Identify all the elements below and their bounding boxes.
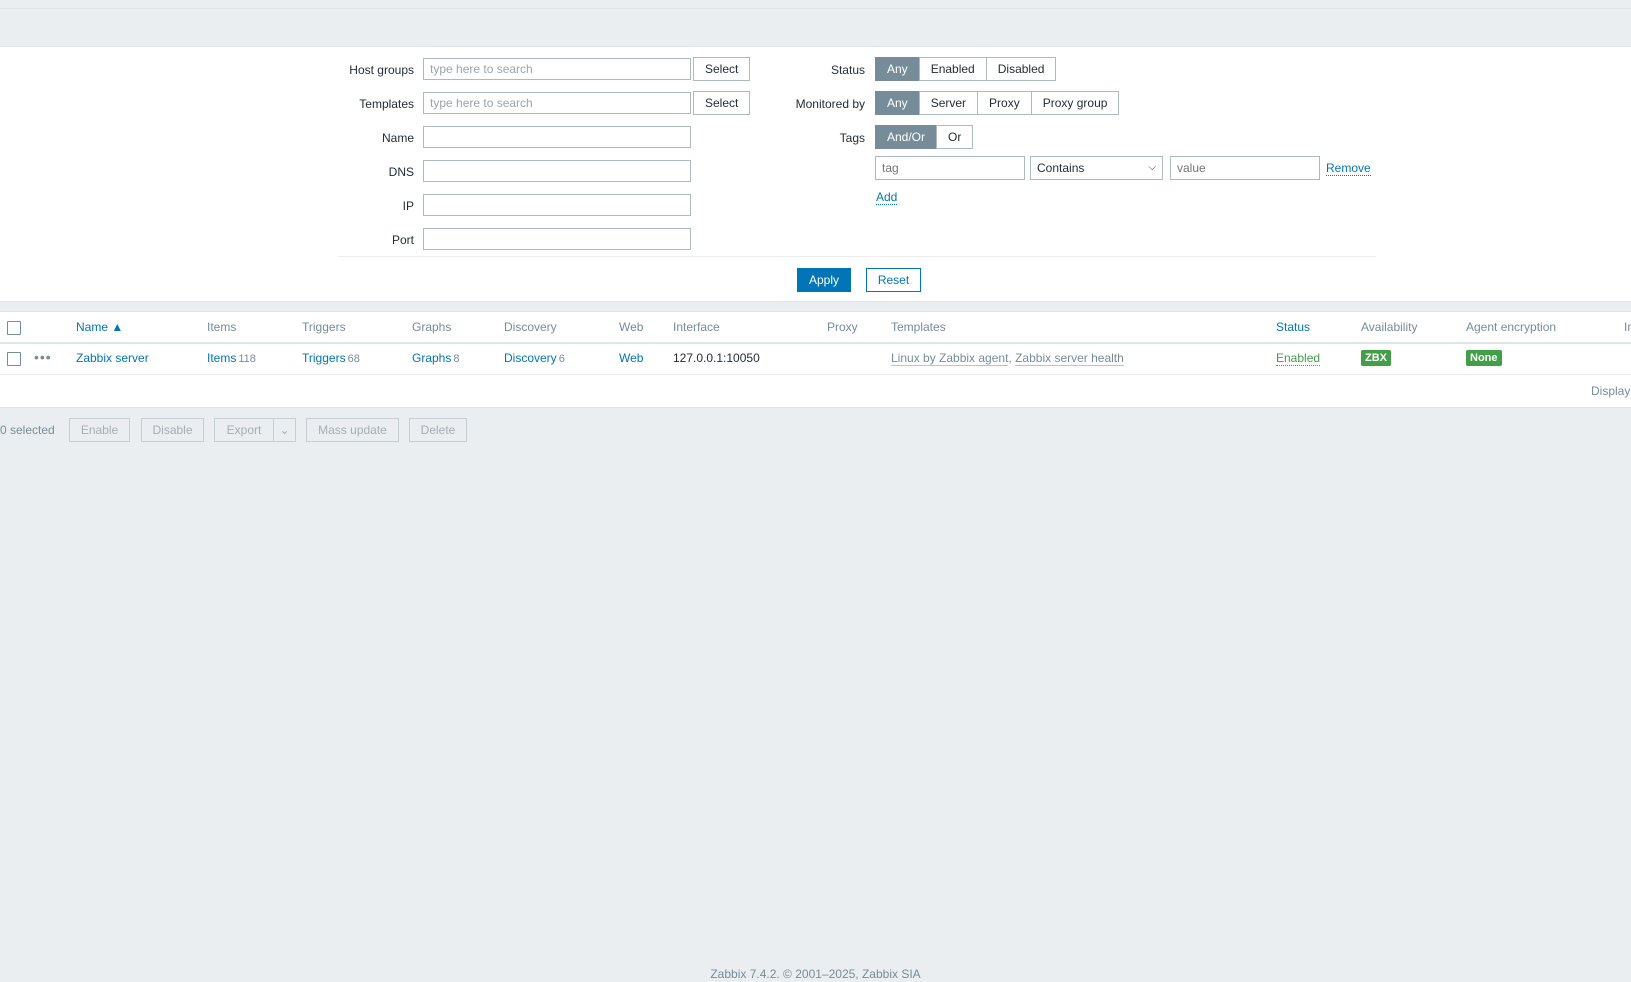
items-count: 118 [238,353,256,365]
graphs-cell: Graphs 8 [412,351,459,365]
tag-operator-value: Contains [1037,161,1085,175]
templates-input[interactable] [423,92,691,114]
row-checkbox[interactable] [7,352,21,366]
ip-label: IP [402,199,414,213]
port-input[interactable] [423,228,691,250]
tag-add-link[interactable]: Add [876,190,898,205]
templates-cell: Linux by Zabbix agent, Zabbix server hea… [891,351,1124,366]
availability-badge: ZBX [1361,350,1391,366]
tag-operator-select[interactable]: Contains ⌵ [1030,156,1163,180]
ip-input[interactable] [423,194,691,216]
column-header-interface: Interface [673,320,720,334]
footer-copyright: Zabbix 7.4.2. © 2001–2025, Zabbix SIA [710,967,921,981]
host-groups-input[interactable] [423,58,691,80]
port-label: Port [391,233,414,247]
more-actions-icon[interactable]: ••• [34,350,52,364]
status-disabled-option[interactable]: Disabled [985,57,1057,81]
column-header-items: Items [207,320,237,334]
column-header-web: Web [619,320,644,334]
monitored-by-segmented-control: Any Server Proxy Proxy group [875,91,1120,115]
triggers-count: 68 [347,353,360,365]
templates-label: Templates [359,97,414,111]
column-header-templates: Templates [891,320,946,334]
delete-button[interactable]: Delete [409,418,467,442]
select-all-checkbox[interactable] [7,321,21,335]
export-dropdown-button[interactable]: ⌄ [273,418,296,442]
tags-label: Tags [839,131,865,145]
top-strip [0,0,1631,9]
column-header-proxy: Proxy [827,320,858,334]
discovery-count: 6 [558,353,565,365]
dns-label: DNS [388,165,414,179]
triggers-link[interactable]: Triggers [302,351,346,365]
column-header-status[interactable]: Status [1276,320,1310,334]
display-count-text: Display [1591,384,1631,398]
monitored-by-proxy-option[interactable]: Proxy [977,91,1032,115]
status-enabled-option[interactable]: Enabled [918,57,987,81]
disable-button[interactable]: Disable [141,418,204,442]
filter-divider [338,256,1376,257]
template-link[interactable]: Linux by Zabbix agent [891,351,1009,366]
dns-input[interactable] [423,160,691,182]
host-groups-select-button[interactable]: Select [693,57,751,81]
items-cell: Items 118 [207,351,256,365]
chevron-down-icon: ⌵ [1148,162,1156,173]
encryption-badge: None [1466,350,1502,366]
mass-update-button[interactable]: Mass update [306,418,399,442]
web-link[interactable]: Web [619,351,643,365]
host-name-link[interactable]: Zabbix server [76,351,149,365]
triggers-cell: Triggers 68 [302,351,360,365]
tags-operator-control: And/Or Or [875,125,974,149]
monitored-by-label: Monitored by [795,97,865,111]
filter-panel: Host groups Select Templates Select Name… [0,46,1631,302]
enable-button[interactable]: Enable [69,418,130,442]
column-header-graphs: Graphs [412,320,452,334]
name-label: Name [381,131,414,145]
status-label: Status [830,63,865,77]
reset-button[interactable]: Reset [866,268,921,292]
template-link[interactable]: Zabbix server health [1015,351,1124,366]
apply-button[interactable]: Apply [797,268,851,292]
table-header-divider [0,342,1631,344]
tag-name-input[interactable] [875,156,1025,180]
status-segmented-control: Any Enabled Disabled [875,57,1057,81]
tag-remove-link[interactable]: Remove [1326,161,1371,176]
name-input[interactable] [423,126,691,148]
graphs-link[interactable]: Graphs [412,351,451,365]
column-header-discovery: Discovery [504,320,557,334]
monitored-by-server-option[interactable]: Server [918,91,979,115]
host-groups-label: Host groups [349,63,414,77]
selected-count: 0 selected [0,423,55,437]
templates-select-button[interactable]: Select [693,91,751,115]
status-any-option[interactable]: Any [875,57,920,81]
export-button[interactable]: Export [214,418,274,442]
discovery-cell: Discovery 6 [504,351,565,365]
tags-andor-option[interactable]: And/Or [875,125,938,149]
tags-or-option[interactable]: Or [936,125,974,149]
hosts-table: Name ▲ Items Triggers Graphs Discovery W… [0,311,1631,408]
discovery-link[interactable]: Discovery [504,351,557,365]
column-header-agent-encryption: Agent encryption [1466,320,1557,334]
status-toggle-link[interactable]: Enabled [1276,351,1321,366]
tag-value-input[interactable] [1170,156,1320,180]
monitored-by-any-option[interactable]: Any [875,91,920,115]
monitored-by-proxy-group-option[interactable]: Proxy group [1030,91,1120,115]
column-header-name[interactable]: Name ▲ [76,320,123,334]
interface-value: 127.0.0.1:10050 [673,351,760,365]
column-header-availability: Availability [1361,320,1418,334]
chevron-down-icon: ⌄ [279,423,290,437]
items-link[interactable]: Items [207,351,236,365]
column-header-triggers: Triggers [302,320,346,334]
table-row-divider [0,374,1631,375]
graphs-count: 8 [453,353,460,365]
status-cell: Enabled [1276,351,1321,366]
column-header-info: In [1624,320,1631,334]
